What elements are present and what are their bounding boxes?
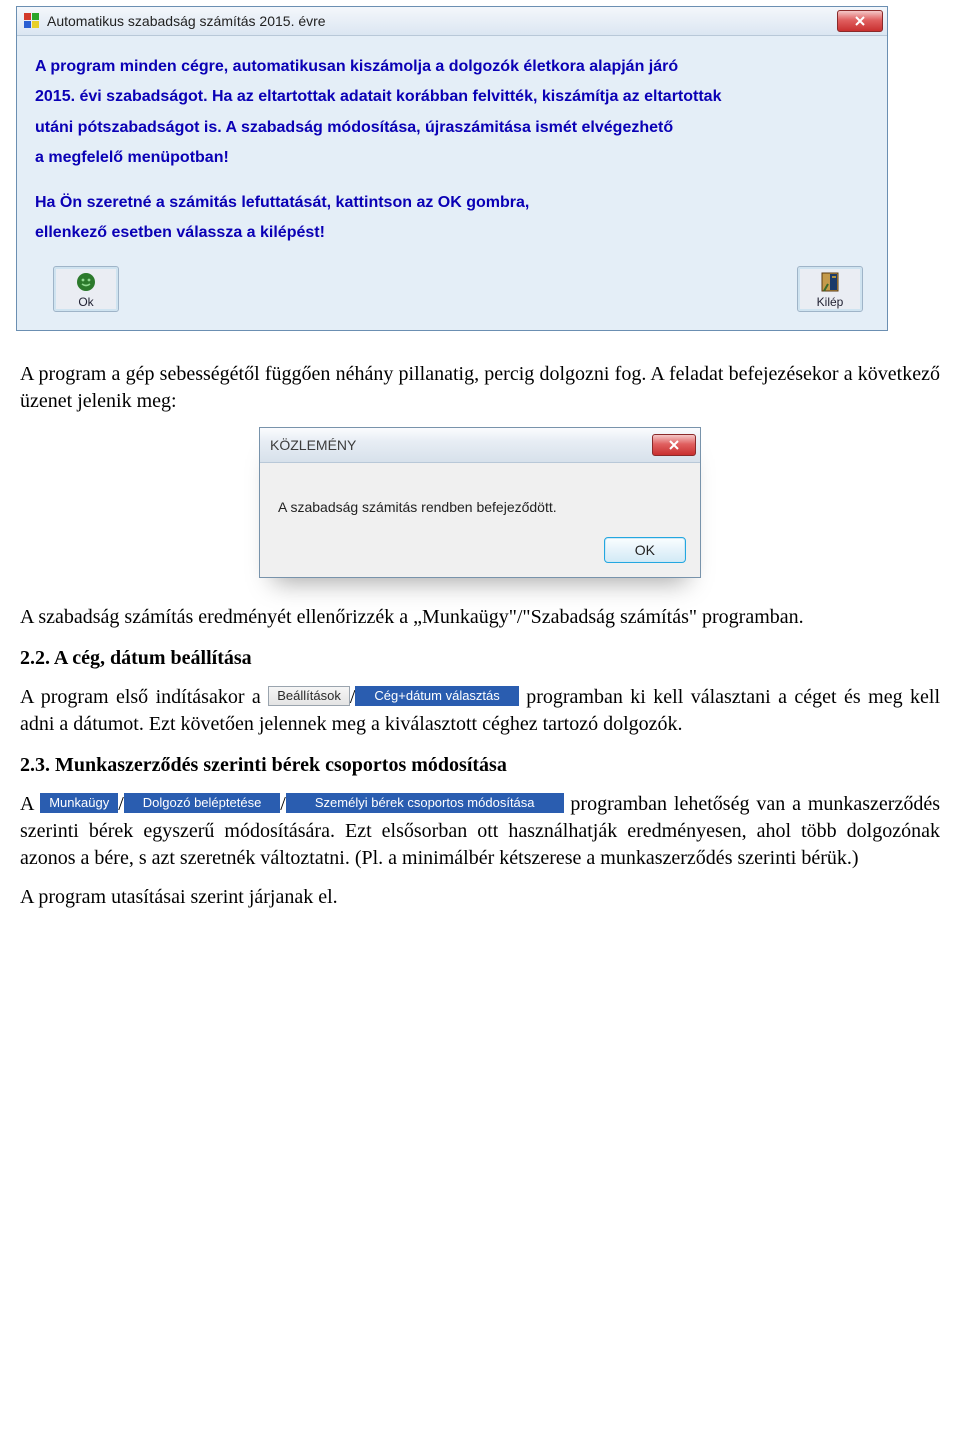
heading-22: 2.2. A cég, dátum beállítása xyxy=(20,647,940,670)
dialog1-body: A program minden cégre, automatikusan ki… xyxy=(17,36,887,260)
dialog1-title: Automatikus szabadság számítás 2015. évr… xyxy=(47,13,837,29)
text: A program első indításakor a xyxy=(20,686,268,708)
dialog2-body: A szabadság számitás rendben befejeződöt… xyxy=(260,463,700,527)
notice-ok-button[interactable]: OK xyxy=(604,537,686,563)
dialog1-titlebar: Automatikus szabadság számítás 2015. évr… xyxy=(17,7,887,36)
paragraph-intro: A program a gép sebességétől függően néh… xyxy=(20,361,940,415)
menu-chip-munkaugy: Munkaügy xyxy=(40,793,118,813)
exit-button-label: Kilép xyxy=(817,295,844,309)
dialog-notice: KÖZLEMÉNY A szabadság számitás rendben b… xyxy=(259,427,701,578)
dialog1-line: utáni pótszabadságot is. A szabadság mód… xyxy=(35,113,869,143)
dialog1-line: A program minden cégre, automatikusan ki… xyxy=(35,52,869,82)
dialog2-footer: OK xyxy=(260,527,700,577)
menu-chip-szemelyi-berek: Személyi bérek csoportos módosítása xyxy=(286,793,564,813)
menu-chip-dolgozo-beleptetese: Dolgozó beléptetése xyxy=(124,793,281,813)
dialog2-close-button[interactable] xyxy=(652,434,696,456)
app-icon xyxy=(23,12,41,30)
paragraph-23: A Munkaügy/Dolgozó beléptetése/Személyi … xyxy=(20,791,940,872)
dialog2-titlebar: KÖZLEMÉNY xyxy=(260,428,700,463)
dialog1-close-button[interactable] xyxy=(837,10,883,32)
exit-button[interactable]: Kilép xyxy=(797,266,863,312)
notice-ok-label: OK xyxy=(635,542,655,558)
exit-door-icon xyxy=(819,271,841,293)
menu-chip-ceg-datum: Cég+dátum választás xyxy=(355,686,518,706)
paragraph-verify: A szabadság számítás eredményét ellenőri… xyxy=(20,604,940,631)
paragraph-last: A program utasításai szerint járjanak el… xyxy=(20,884,940,911)
ok-face-icon xyxy=(75,271,97,293)
dialog1-footer: Ok Kilép xyxy=(17,260,887,330)
dialog1-line: ellenkező esetben válassza a kilépést! xyxy=(35,218,869,248)
ok-button-label: Ok xyxy=(78,295,93,309)
dialog1-line: Ha Ön szeretné a számitás lefuttatását, … xyxy=(35,188,869,218)
text: A xyxy=(20,793,40,815)
dialog2-title: KÖZLEMÉNY xyxy=(270,437,652,453)
dialog1-line: a megfelelő menüpotban! xyxy=(35,143,869,173)
ok-button[interactable]: Ok xyxy=(53,266,119,312)
heading-23: 2.3. Munkaszerződés szerinti bérek csopo… xyxy=(20,754,940,777)
menu-chip-beallitasok: Beállítások xyxy=(268,686,350,706)
dialog1-blank-line xyxy=(35,174,869,188)
dialog-auto-vacation: Automatikus szabadság számítás 2015. évr… xyxy=(16,6,888,331)
dialog1-line: 2015. évi szabadságot. Ha az eltartottak… xyxy=(35,82,869,112)
paragraph-22: A program első indításakor a Beállítások… xyxy=(20,684,940,738)
